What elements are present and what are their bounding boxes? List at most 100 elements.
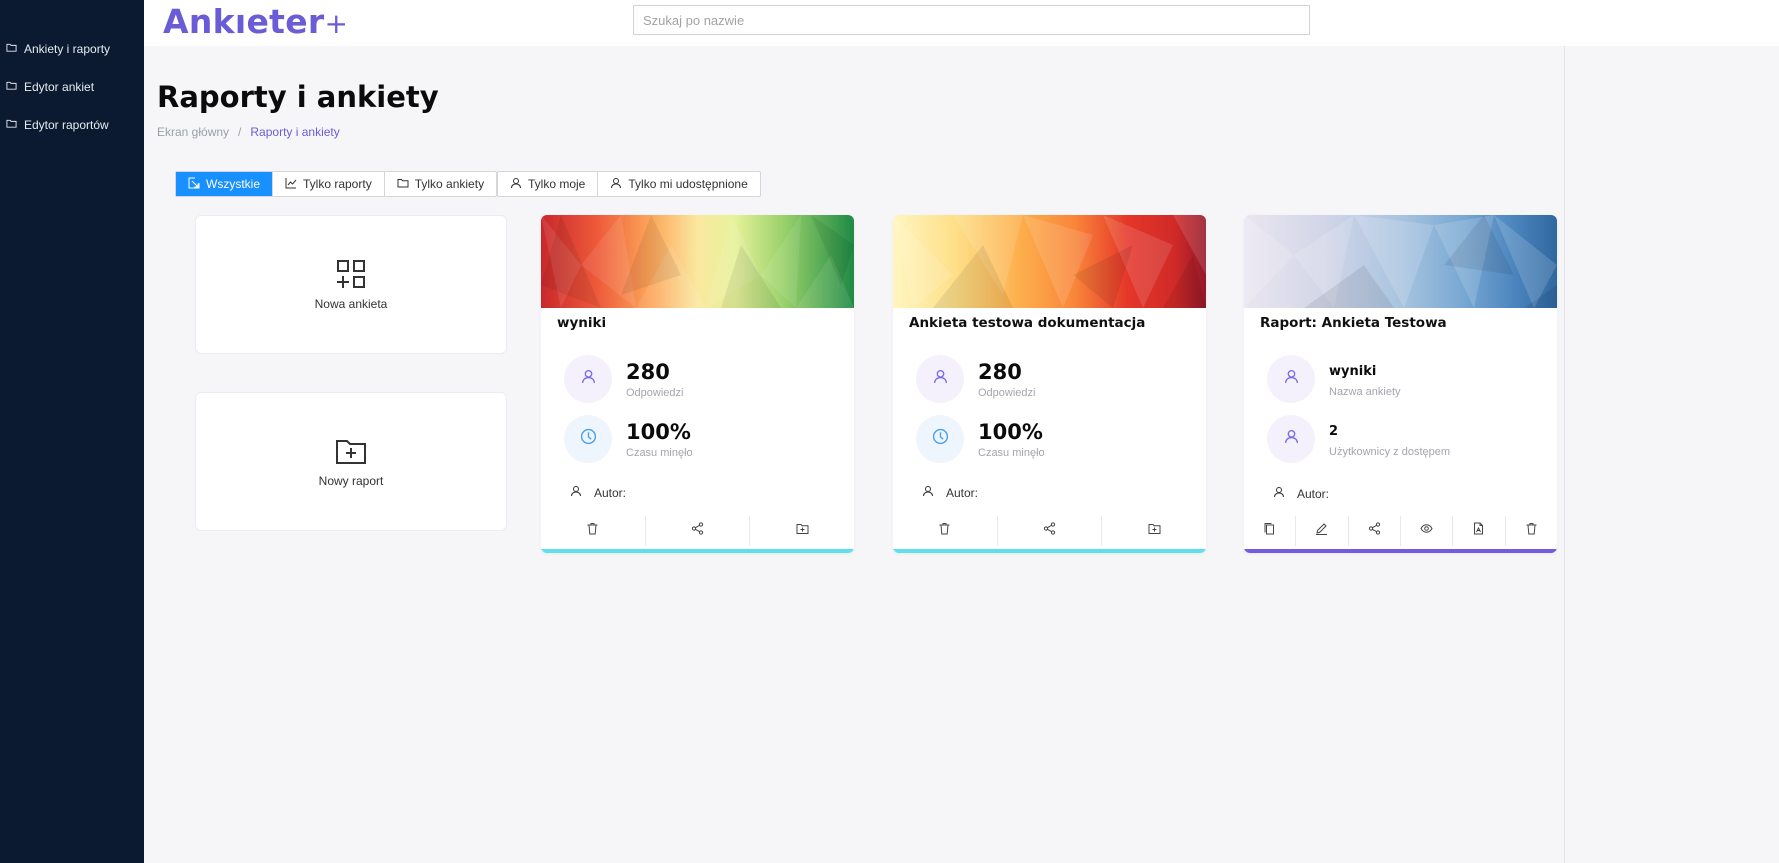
card-actions [1244,516,1557,546]
stat-label: Nazwa ankiety [1329,386,1401,398]
folder-add-icon [335,435,367,472]
filter-mine-label: Tylko moje [528,177,586,191]
user-icon [570,485,582,500]
sidebar-item-label: Edytor raportów [24,118,109,132]
breadcrumb-home[interactable]: Ekran główny [157,125,229,139]
owner-filter-group: Tylko moje Tylko mi udostępnione [497,171,761,197]
card-actions [541,516,854,546]
stat-icon-circle [916,355,964,403]
new-survey-label: Nowa ankieta [314,297,388,311]
filter-surveys-button[interactable]: Tylko ankiety [385,172,496,196]
survey-name-stat: wyniki Nazwa ankiety [1267,355,1401,403]
breadcrumb: Ekran główny / Raporty i ankiety [157,125,340,139]
card-title: Ankieta testowa dokumentacja [909,315,1146,331]
app-logo[interactable]: Ankıeter+ [163,2,348,41]
sidebar-item-surveys-reports[interactable]: Ankiety i raporty [6,42,110,56]
card-title: Raport: Ankieta Testowa [1260,315,1447,331]
stat-icon-circle [564,355,612,403]
delete-icon [1525,522,1538,540]
preview-button[interactable] [1401,516,1454,546]
card-accent-bar [541,549,854,553]
author-label: Autor: [946,485,979,500]
folder-icon [6,80,17,94]
share-icon [691,522,704,540]
time-stat: 100% Czasu minęło [916,415,1045,463]
card-cover-image [541,215,854,308]
sidebar-item-label: Edytor ankiet [24,80,95,94]
delete-icon [586,522,599,540]
search-input[interactable] [633,5,1310,35]
filter-reports-label: Tylko raporty [303,177,372,191]
eye-icon [1420,522,1433,540]
survey-card[interactable]: wyniki 280 Odpowiedzi 100% Czasu minęło Au… [541,215,854,553]
stat-value: wyniki [1329,364,1377,379]
add-widget-icon [335,258,367,295]
card-accent-bar [893,549,1206,553]
filter-shared-label: Tylko mi udostępnione [628,177,748,191]
new-survey-card[interactable]: Nowa ankieta [195,215,507,354]
line-chart-icon [285,177,297,192]
card-accent-bar [1244,549,1557,553]
copy-button[interactable] [1244,516,1297,546]
stat-value: 100% [978,420,1043,444]
logo-text: Ankıeter [163,2,325,41]
sidebar-item-label: Ankiety i raporty [24,42,111,56]
responses-stat: 280 Odpowiedzi [564,355,683,403]
card-actions [893,516,1206,546]
stat-value: 280 [978,360,1022,384]
card-author: Autor: [922,485,978,500]
folder-add-icon [1148,522,1161,540]
move-to-folder-button[interactable] [1102,516,1206,546]
logo-plus: + [324,7,349,40]
breadcrumb-separator: / [238,125,242,139]
user-icon [1283,428,1300,450]
delete-button[interactable] [893,516,998,546]
new-report-label: Nowy raport [318,474,384,488]
users-with-access-stat: 2 Użytkownicy z dostępem [1267,415,1450,463]
share-button[interactable] [998,516,1103,546]
new-report-card[interactable]: Nowy raport [195,392,507,531]
content-edge-divider [1564,46,1565,863]
filter-all-label: Wszystkie [206,177,260,191]
user-icon [1273,486,1285,501]
delete-icon [938,522,951,540]
sidebar-item-survey-editor[interactable]: Edytor ankiet [6,80,94,94]
card-cover-image [1244,215,1557,308]
author-label: Autor: [594,485,627,500]
pdf-icon [1472,522,1485,540]
copy-icon [1263,522,1276,540]
stat-label: Czasu minęło [978,447,1045,459]
filter-shared-button[interactable]: Tylko mi udostępnione [598,172,759,196]
card-author: Autor: [1273,486,1329,501]
filter-surveys-label: Tylko ankiety [414,177,485,191]
card-title: wyniki [557,315,607,331]
type-filter-group: Wszystkie Tylko raporty Tylko ankiety [175,171,498,197]
delete-button[interactable] [1506,516,1557,546]
user-icon [580,368,597,390]
share-icon [1043,522,1056,540]
edit-icon [1315,522,1328,540]
share-icon [1368,522,1381,540]
user-icon [922,485,934,500]
folder-icon [6,118,17,132]
stat-label: Odpowiedzi [978,387,1036,399]
report-card[interactable]: Raport: Ankieta Testowa wyniki Nazwa anki… [1244,215,1557,553]
share-button[interactable] [646,516,751,546]
filter-mine-button[interactable]: Tylko moje [498,172,599,196]
stat-label: Czasu minęło [626,447,693,459]
move-to-folder-button[interactable] [750,516,854,546]
stat-icon-circle [1267,355,1315,403]
filter-reports-button[interactable]: Tylko raporty [273,172,385,196]
clock-icon [932,428,949,450]
filter-all-button[interactable]: Wszystkie [176,172,273,196]
edit-button[interactable] [1296,516,1349,546]
breadcrumb-current: Raporty i ankiety [250,125,340,139]
stat-icon-circle [564,415,612,463]
share-button[interactable] [1349,516,1401,546]
survey-card[interactable]: Ankieta testowa dokumentacja 280 Odpowied… [893,215,1206,553]
export-pdf-button[interactable] [1453,516,1506,546]
delete-button[interactable] [541,516,646,546]
stat-label: Użytkownicy z dostępem [1329,446,1451,458]
sidebar-item-report-editor[interactable]: Edytor raportów [6,118,109,132]
folder-icon [6,42,17,56]
